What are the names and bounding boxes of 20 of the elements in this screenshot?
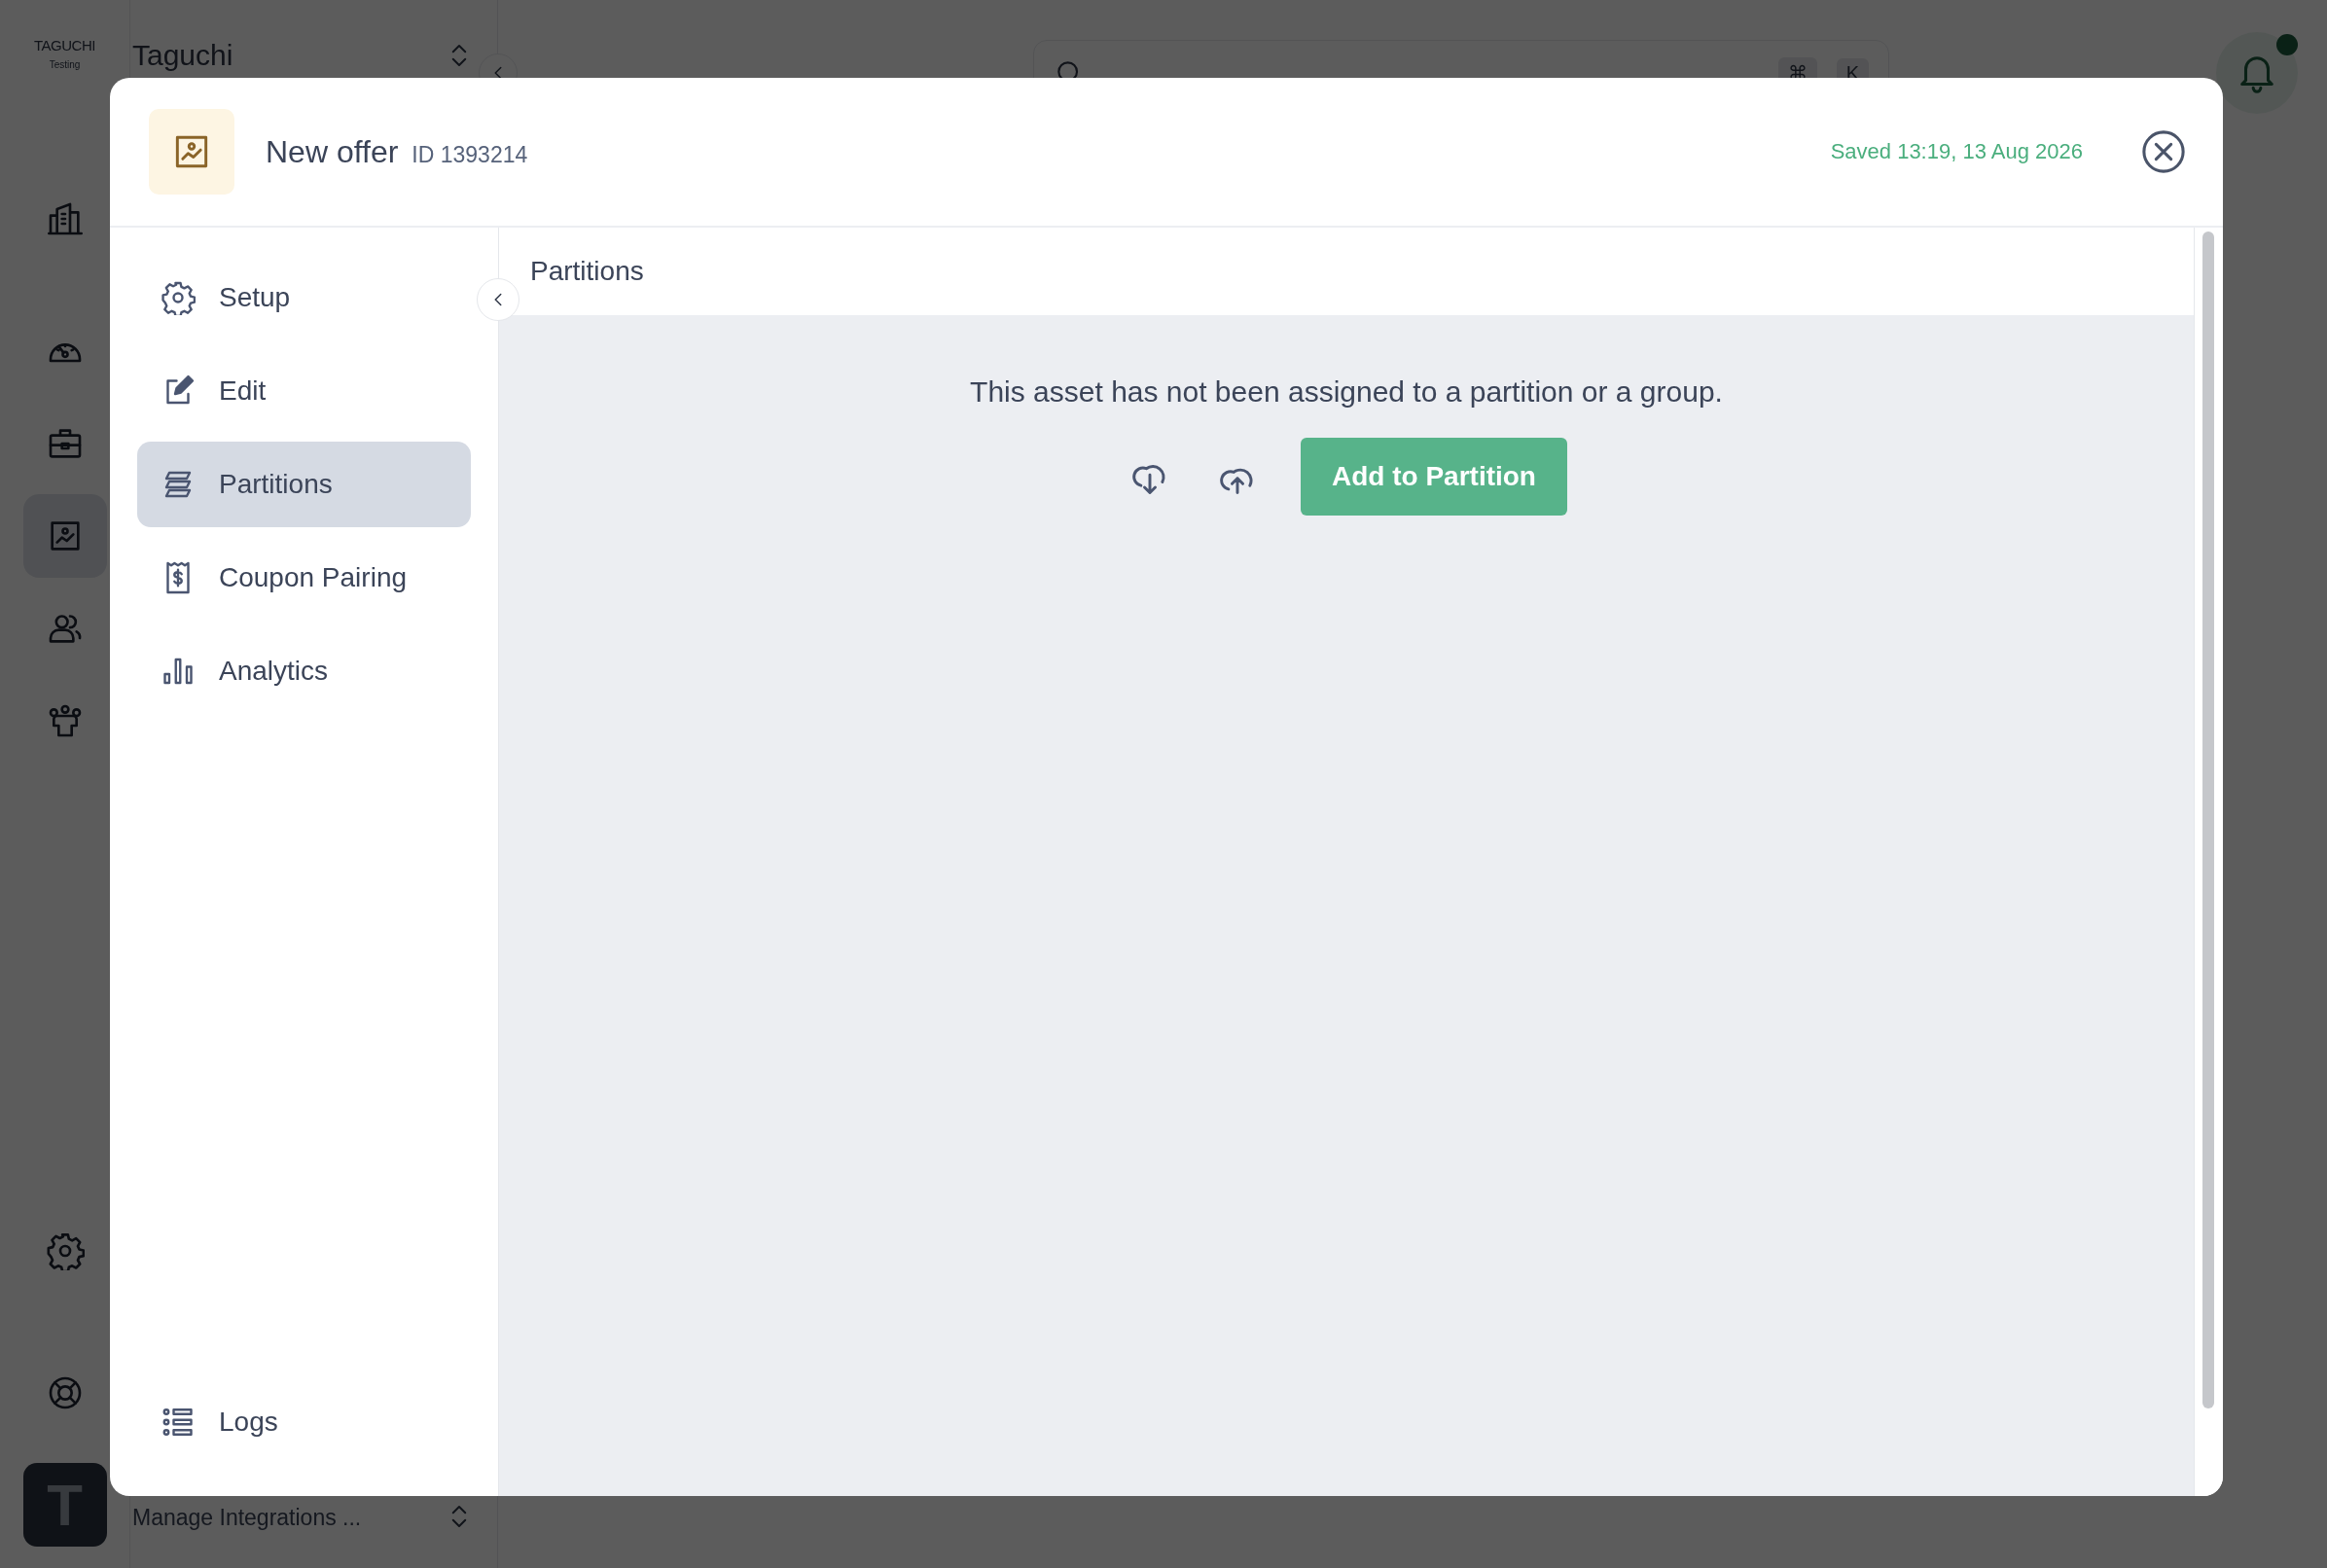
gear-icon (161, 280, 196, 315)
nav-item[interactable]: Coupon Pairing (137, 535, 471, 621)
gear-icon (45, 1231, 85, 1270)
logo-text: TAGUCHI (34, 37, 95, 53)
nav-item[interactable]: Analytics (137, 628, 471, 714)
rail-item[interactable] (22, 494, 107, 578)
nav-item[interactable]: Logs (137, 1379, 471, 1465)
modal-title: New offer (266, 133, 399, 170)
logo-subtitle: Testing (49, 59, 81, 70)
nav-item[interactable]: Setup (137, 255, 471, 340)
offer-id: ID 1393214 (412, 141, 528, 168)
empty-message: This asset has not been assigned to a partition or a group. (970, 375, 1723, 409)
nav-item[interactable]: Partitions (137, 442, 471, 527)
saved-status: Saved 13:19, 13 Aug 2026 (1830, 139, 2083, 164)
scrollbar[interactable] (2202, 232, 2214, 1408)
close-button[interactable] (2141, 129, 2186, 174)
section-title: Partitions (499, 228, 2194, 315)
nav-item[interactable]: Edit (137, 348, 471, 434)
workspace-name: Taguchi (132, 39, 233, 72)
user-subtitle: Manage Integrations ... (132, 1505, 362, 1531)
